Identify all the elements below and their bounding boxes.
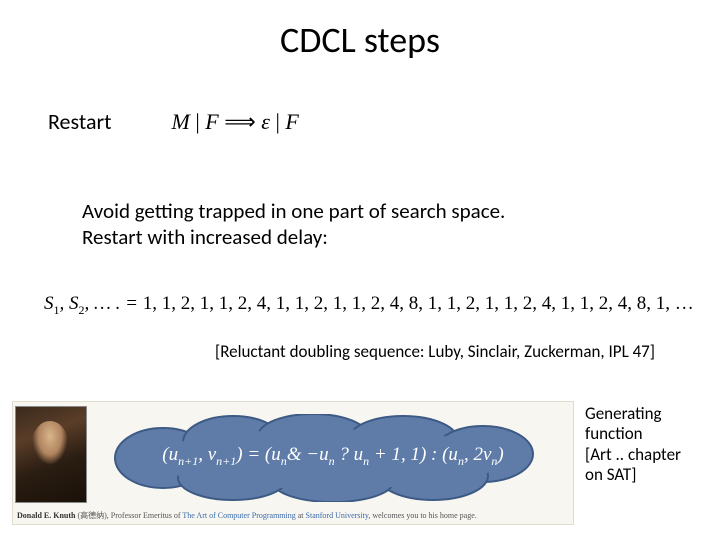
luby-sequence: S1, S2, … . = 1, 1, 2, 1, 1, 2, 4, 1, 1,… xyxy=(44,293,694,318)
restart-label: Restart xyxy=(48,108,112,135)
para-line-1: Avoid getting trapped in one part of sea… xyxy=(82,198,505,224)
para-line-2: Restart with increased delay: xyxy=(82,224,505,250)
knuth-panel: (un+1, vn+1) = (un& −un ? un + 1, 1) : (… xyxy=(12,401,574,525)
sequence-citation: [Reluctant doubling sequence: Luby, Sinc… xyxy=(215,341,655,362)
sequence-values: 1, 1, 2, 1, 1, 2, 4, 1, 1, 2, 1, 1, 2, 4… xyxy=(138,293,694,314)
restart-formula: M | F ⟹ ε | F xyxy=(172,109,299,135)
side-note-line: function xyxy=(585,424,710,444)
thought-cloud: (un+1, vn+1) = (un& −un ? un + 1, 1) : (… xyxy=(103,414,553,502)
knuth-portrait xyxy=(15,406,87,503)
slide-title: CDCL steps xyxy=(0,18,720,62)
side-note-line: Generating xyxy=(585,404,710,424)
side-note: Generating function [Art .. chapter on S… xyxy=(585,404,710,486)
restart-rule-row: Restart M | F ⟹ ε | F xyxy=(48,108,299,135)
side-note-line: [Art .. chapter xyxy=(585,445,710,465)
description-paragraph: Avoid getting trapped in one part of sea… xyxy=(82,198,505,251)
cloud-formula: (un+1, vn+1) = (un& −un ? un + 1, 1) : (… xyxy=(133,444,533,469)
knuth-caption: Donald E. Knuth (高德纳), Professor Emeritu… xyxy=(17,510,477,521)
side-note-line: on SAT] xyxy=(585,465,710,485)
